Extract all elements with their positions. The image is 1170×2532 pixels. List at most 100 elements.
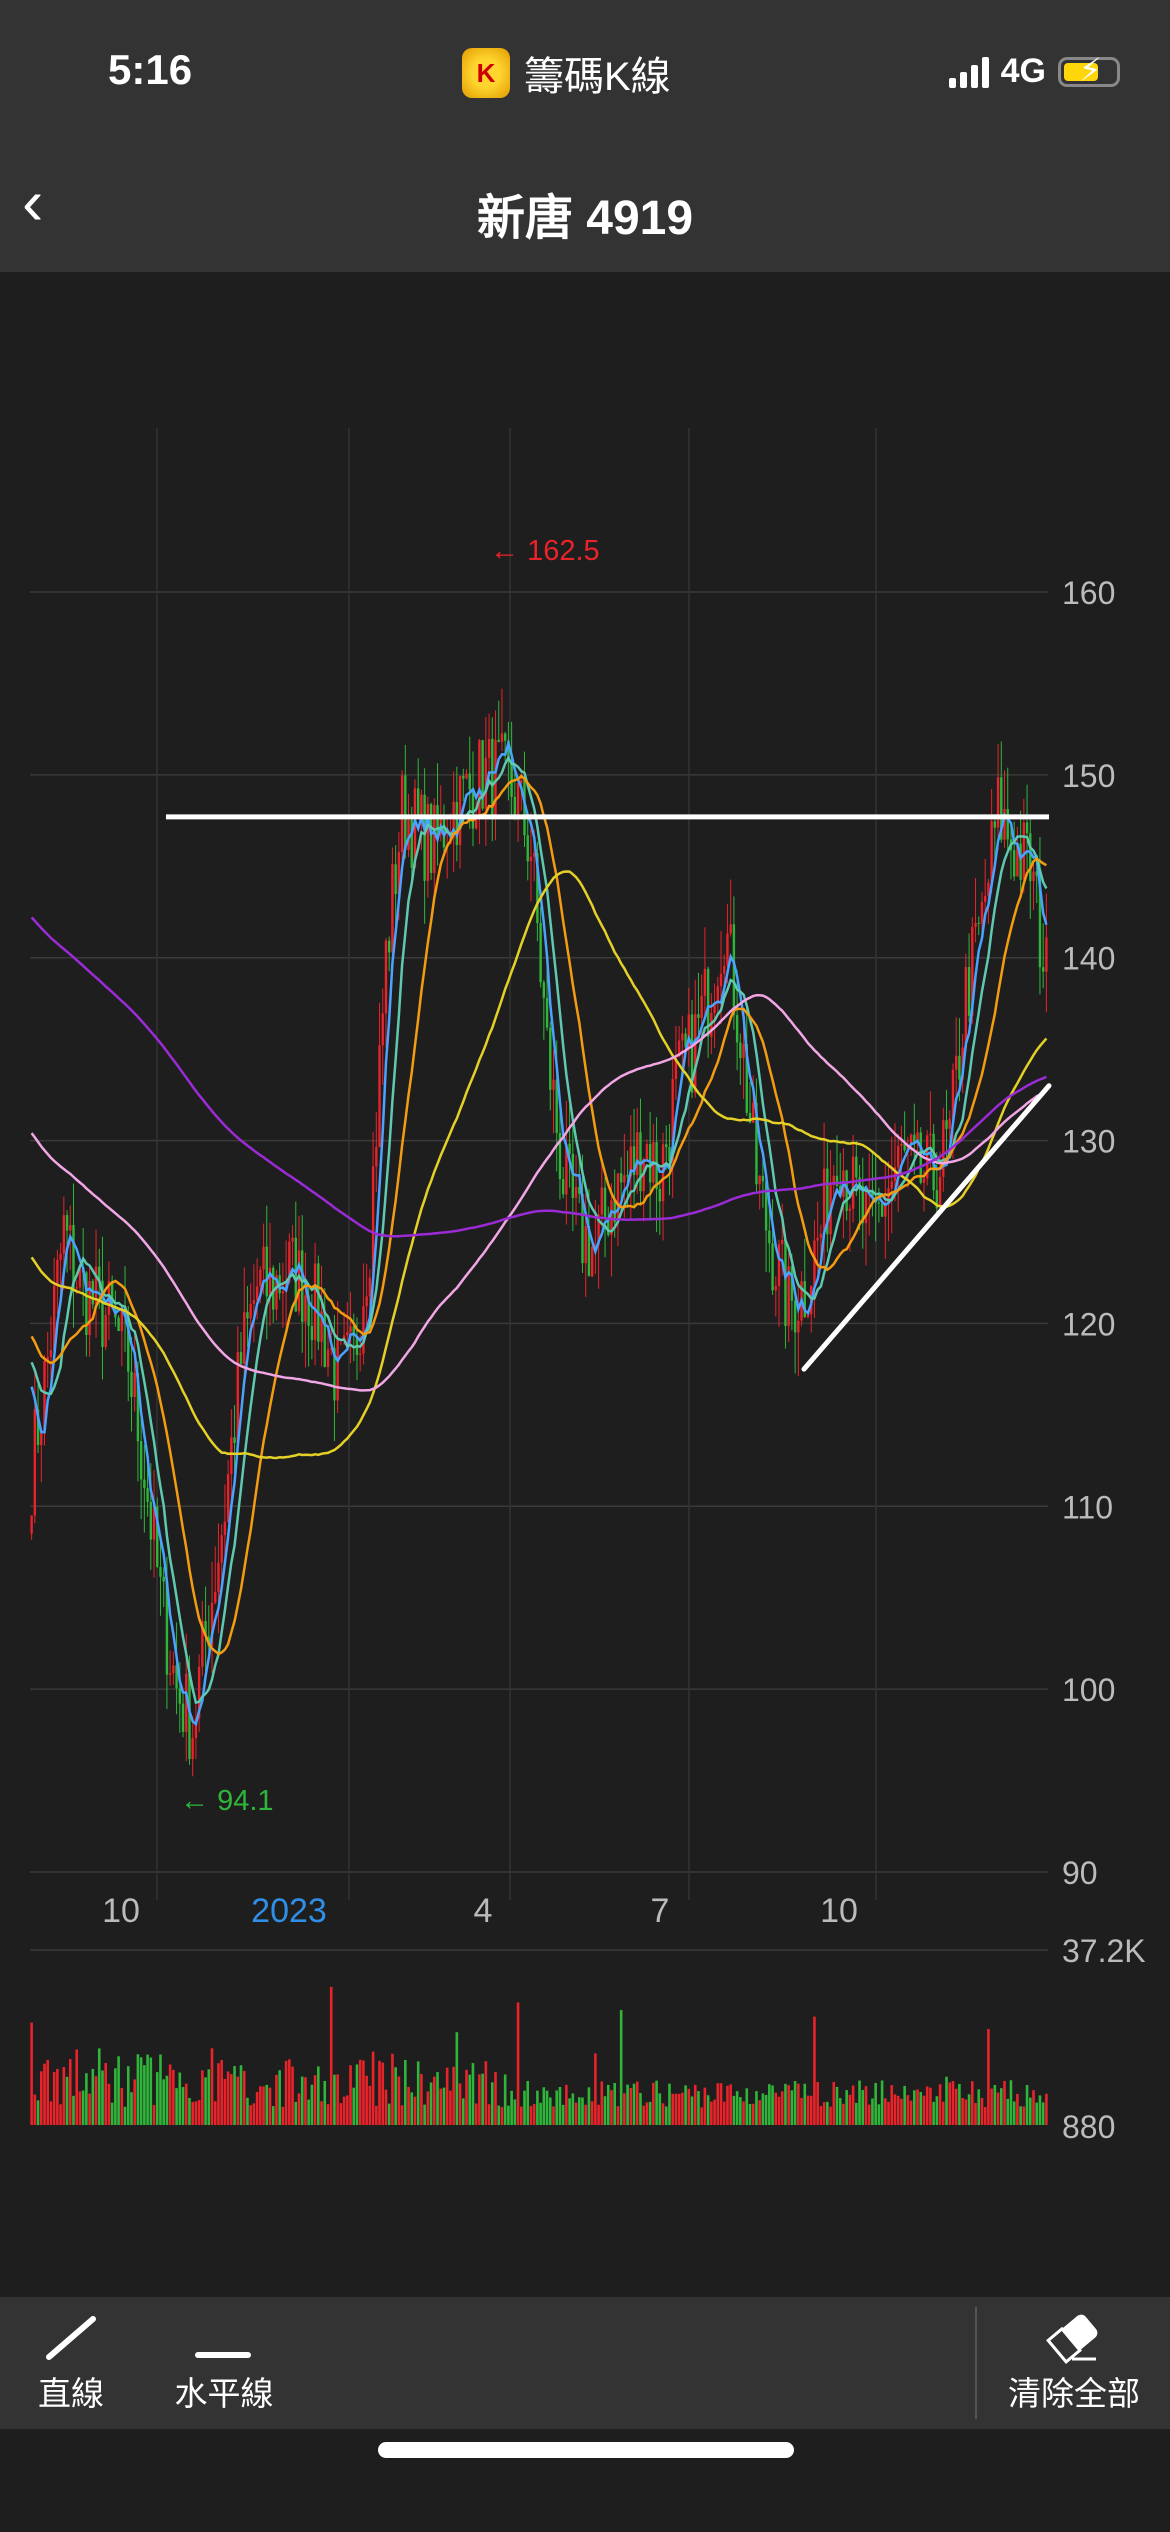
clear-all-button[interactable]: 清除全部 xyxy=(1004,2311,1144,2415)
volume-bar xyxy=(732,2095,736,2125)
volume-bar xyxy=(117,2056,120,2125)
volume-bar xyxy=(552,2106,555,2125)
volume-bar xyxy=(555,2090,559,2125)
volume-bar xyxy=(1025,2085,1029,2125)
volume-bar xyxy=(478,2074,481,2125)
volume-bar xyxy=(961,2097,964,2125)
volume-bar xyxy=(635,2081,639,2125)
candle-body xyxy=(455,801,459,846)
candle-body xyxy=(69,1224,72,1231)
volume-bar xyxy=(181,2087,185,2125)
volume-bar xyxy=(797,2083,800,2125)
volume-bar xyxy=(925,2086,929,2125)
volume-bar xyxy=(500,2107,504,2125)
volume-bar xyxy=(890,2085,894,2125)
volume-bar xyxy=(967,2094,971,2125)
candle-body xyxy=(938,1176,942,1209)
volume-bar xyxy=(1032,2090,1035,2125)
volume-bar xyxy=(558,2086,562,2125)
candle-body xyxy=(703,968,707,996)
volume-bar xyxy=(758,2100,761,2125)
volume-bar xyxy=(616,2106,620,2125)
volume-bar xyxy=(545,2090,549,2125)
candle-body xyxy=(819,1233,823,1238)
candle-body xyxy=(346,1332,349,1336)
candle-body xyxy=(416,788,420,818)
volume-bar xyxy=(613,2082,617,2125)
volume-bar xyxy=(507,2105,510,2125)
candle-body xyxy=(59,1253,62,1260)
volume-bar xyxy=(519,2106,523,2125)
candle-body xyxy=(1045,937,1048,972)
volume-bar xyxy=(855,2102,858,2125)
volume-bar xyxy=(416,2061,420,2125)
candle-body xyxy=(139,1441,143,1480)
volume-bar xyxy=(948,2082,952,2125)
volume-bar xyxy=(674,2093,678,2125)
volume-bar xyxy=(999,2088,1003,2125)
home-indicator[interactable] xyxy=(378,2442,794,2458)
candle-body xyxy=(864,1192,868,1224)
candle-body xyxy=(259,1269,262,1287)
volume-bar xyxy=(619,2010,623,2125)
volume-bar xyxy=(46,2059,50,2125)
time-tick-label: 7 xyxy=(651,1892,670,1930)
volume-bar xyxy=(687,2088,691,2125)
volume-bar xyxy=(742,2101,745,2125)
volume-bar xyxy=(1035,2102,1039,2125)
candle-body xyxy=(384,940,388,1014)
horizontal-line-tool-button[interactable]: 水平線 xyxy=(172,2311,276,2415)
volume-bar xyxy=(278,2070,281,2125)
time-tick-label: 2023 xyxy=(251,1892,327,1930)
volume-bar xyxy=(413,2096,417,2125)
volume-bar xyxy=(239,2065,243,2125)
candle-body xyxy=(954,1055,958,1070)
volume-bar xyxy=(85,2073,88,2125)
volume-bar xyxy=(826,2101,829,2125)
volume-bar xyxy=(664,2106,668,2125)
kline-chart[interactable]: 160 150 140 130 120 110 100 90 10 2023 4 7 10 ← 162.… xyxy=(0,0,1170,2297)
volume-bar xyxy=(513,2099,517,2125)
volume-bar xyxy=(339,2103,343,2125)
candle-body xyxy=(526,835,529,862)
volume-bar xyxy=(91,2068,95,2125)
volume-bar xyxy=(246,2097,249,2125)
horizontal-line-tool-label: 水平線 xyxy=(174,2375,274,2412)
volume-bar xyxy=(271,2106,275,2125)
volume-bar xyxy=(735,2091,739,2125)
volume-bar xyxy=(220,2059,223,2125)
volume-bar xyxy=(906,2095,910,2125)
candle-body xyxy=(478,740,481,818)
volume-bar xyxy=(652,2082,655,2125)
candle-body xyxy=(697,1014,700,1018)
volume-bar xyxy=(1003,2080,1006,2125)
candle-body xyxy=(297,1250,301,1312)
volume-bar xyxy=(809,2095,813,2125)
volume-bar xyxy=(587,2087,591,2125)
volume-bar xyxy=(729,2084,732,2125)
candle-body xyxy=(62,1215,66,1254)
candle-body xyxy=(117,1317,120,1331)
candle-body xyxy=(539,923,542,983)
volume-bar xyxy=(1045,2093,1048,2125)
candle-body xyxy=(719,973,723,987)
volume-bar xyxy=(439,2088,443,2125)
candle-body xyxy=(900,1143,903,1146)
candle-body xyxy=(262,1246,265,1270)
volume-bar xyxy=(184,2083,188,2125)
volume-bar xyxy=(194,2101,198,2125)
volume-bar xyxy=(919,2091,923,2125)
line-tool-button[interactable]: 直線 xyxy=(38,2311,104,2415)
volume-bar xyxy=(378,2060,381,2125)
volume-bar xyxy=(706,2095,710,2125)
volume-bar xyxy=(294,2101,298,2125)
volume-bar xyxy=(101,2070,104,2125)
ma5-line xyxy=(30,738,1048,1727)
volume-bar xyxy=(693,2084,697,2125)
candle-body xyxy=(65,1215,69,1231)
candle-body xyxy=(571,1153,575,1198)
volume-bar xyxy=(871,2098,874,2125)
candle-body xyxy=(500,733,504,742)
candle-body xyxy=(545,997,549,1028)
volume-bar xyxy=(445,2067,449,2125)
